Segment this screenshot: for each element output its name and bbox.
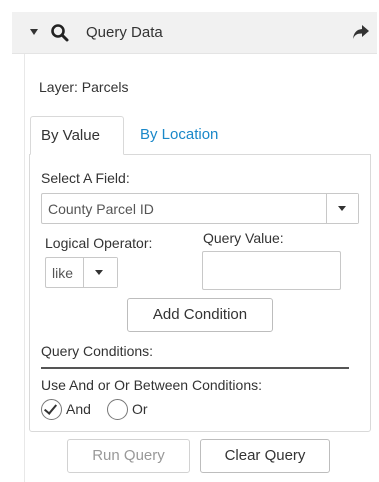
field-select[interactable]: County Parcel ID [41,193,359,224]
select-field-label: Select A Field: [41,170,130,186]
chevron-down-icon [338,206,346,211]
clear-query-button[interactable]: Clear Query [200,439,330,473]
conditions-divider [41,367,349,369]
tab-bar: By Value By Location [30,116,373,155]
query-value-input[interactable] [202,251,341,290]
panel-body: Layer: Parcels By Value By Location Sele… [28,54,377,482]
tab-content-by-value: Select A Field: County Parcel ID Logical… [29,154,371,432]
query-conditions-label: Query Conditions: [41,343,154,359]
panel-left-border [24,54,25,482]
panel-header[interactable]: Query Data [12,12,377,54]
logical-operator-label: Logical Operator: [45,235,153,251]
and-radio[interactable] [41,399,62,420]
field-dropdown-button[interactable] [326,194,358,223]
and-or-label: Use And or Or Between Conditions: [41,377,263,393]
panel-title: Query Data [86,24,163,41]
logical-operator-select[interactable]: like [45,257,118,288]
operator-dropdown-button[interactable] [83,258,117,287]
field-select-value: County Parcel ID [48,201,154,217]
chevron-down-icon [95,270,103,275]
caret-down-icon[interactable] [30,29,38,35]
checkmark-icon [43,401,58,415]
query-value-label: Query Value: [203,230,284,246]
search-icon [51,24,69,42]
or-radio[interactable] [107,399,128,420]
tab-by-value[interactable]: By Value [30,116,124,155]
tab-by-location[interactable]: By Location [130,116,228,155]
or-radio-label[interactable]: Or [132,401,148,417]
and-radio-label[interactable]: And [66,401,91,417]
add-condition-button[interactable]: Add Condition [127,298,273,332]
logical-operator-value: like [52,265,74,281]
query-data-panel: Query Data Layer: Parcels By Value By Lo… [0,0,379,482]
layer-label: Layer: Parcels [39,79,129,95]
share-arrow-icon[interactable] [351,23,371,41]
run-query-button[interactable]: Run Query [67,439,190,473]
